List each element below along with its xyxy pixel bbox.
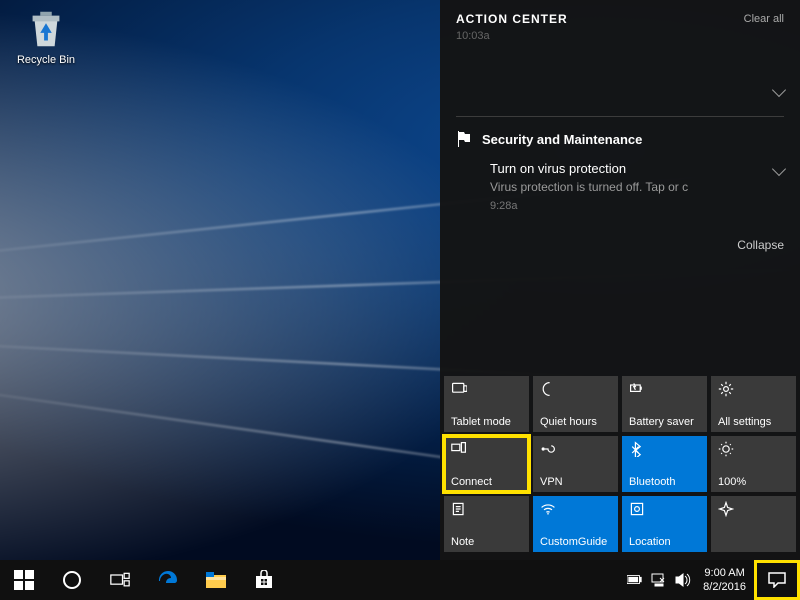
tile-all-settings[interactable]: All settings <box>711 376 796 432</box>
location-icon <box>629 501 700 519</box>
tile-customguide[interactable]: CustomGuide <box>533 496 618 552</box>
tile-bluetooth[interactable]: Bluetooth <box>622 436 707 492</box>
tile-label: VPN <box>540 476 611 488</box>
tray-network-icon[interactable] <box>647 560 671 600</box>
recycle-bin-label: Recycle Bin <box>10 54 82 66</box>
tile-label: Tablet mode <box>451 416 522 428</box>
action-center-panel: ACTION CENTER Clear all 10:03a Security … <box>440 0 800 560</box>
gear-icon <box>718 381 789 399</box>
tile-label: 100% <box>718 476 789 488</box>
notification-group[interactable]: Security and Maintenance Turn on virus p… <box>440 117 800 218</box>
tile-airplane[interactable] <box>711 496 796 552</box>
notification-title: Turn on virus protection <box>490 161 764 176</box>
tile-battery-saver[interactable]: Battery saver <box>622 376 707 432</box>
action-center-button[interactable] <box>754 560 800 600</box>
taskbar-time: 9:00 AM <box>703 566 746 580</box>
recycle-bin[interactable]: Recycle Bin <box>10 6 82 66</box>
tablet-icon <box>451 381 522 399</box>
tile-label: Note <box>451 536 522 548</box>
tile-tablet-mode[interactable]: Tablet mode <box>444 376 529 432</box>
brightness-icon <box>718 441 789 459</box>
battery-icon <box>629 381 700 399</box>
flag-icon <box>456 131 472 147</box>
taskbar-date: 8/2/2016 <box>703 580 746 594</box>
wifi-icon <box>540 501 611 519</box>
start-button[interactable] <box>0 560 48 600</box>
collapse-button[interactable]: Collapse <box>440 218 800 258</box>
action-center-title: ACTION CENTER <box>456 12 568 26</box>
tray-volume-icon[interactable] <box>671 560 695 600</box>
recycle-bin-icon <box>23 6 69 52</box>
tile-label: Location <box>629 536 700 548</box>
store-button[interactable] <box>240 560 288 600</box>
tile-100%[interactable]: 100% <box>711 436 796 492</box>
tile-note[interactable]: Note <box>444 496 529 552</box>
cortana-button[interactable] <box>48 560 96 600</box>
tray-battery-icon[interactable] <box>623 560 647 600</box>
taskbar-clock[interactable]: 9:00 AM 8/2/2016 <box>695 566 754 594</box>
notification-expand[interactable] <box>764 161 784 179</box>
tile-location[interactable]: Location <box>622 496 707 552</box>
clear-all-button[interactable]: Clear all <box>744 13 784 25</box>
bluetooth-icon <box>629 441 700 459</box>
quick-action-tiles: Tablet mode Quiet hours Battery saver All s… <box>440 376 800 560</box>
vpn-icon <box>540 441 611 459</box>
tile-label: Battery saver <box>629 416 700 428</box>
tile-label: Bluetooth <box>629 476 700 488</box>
tile-connect[interactable]: Connect <box>444 436 529 492</box>
tile-label: Connect <box>451 476 522 488</box>
note-icon <box>451 501 522 519</box>
notification-time: 9:28a <box>490 200 764 212</box>
tile-label: CustomGuide <box>540 536 611 548</box>
tile-label: Quiet hours <box>540 416 611 428</box>
previous-notification-expand[interactable] <box>440 42 800 108</box>
task-view-button[interactable] <box>96 560 144 600</box>
moon-icon <box>540 381 611 399</box>
tile-label: All settings <box>718 416 789 428</box>
tile-quiet-hours[interactable]: Quiet hours <box>533 376 618 432</box>
connect-icon <box>451 441 522 459</box>
previous-notification-time: 10:03a <box>440 30 800 42</box>
airplane-icon <box>718 501 789 519</box>
taskbar: 9:00 AM 8/2/2016 <box>0 560 800 600</box>
edge-button[interactable] <box>144 560 192 600</box>
notification-description: Virus protection is turned off. Tap or c <box>490 180 764 194</box>
tile-vpn[interactable]: VPN <box>533 436 618 492</box>
file-explorer-button[interactable] <box>192 560 240 600</box>
notification-source: Security and Maintenance <box>482 132 642 147</box>
